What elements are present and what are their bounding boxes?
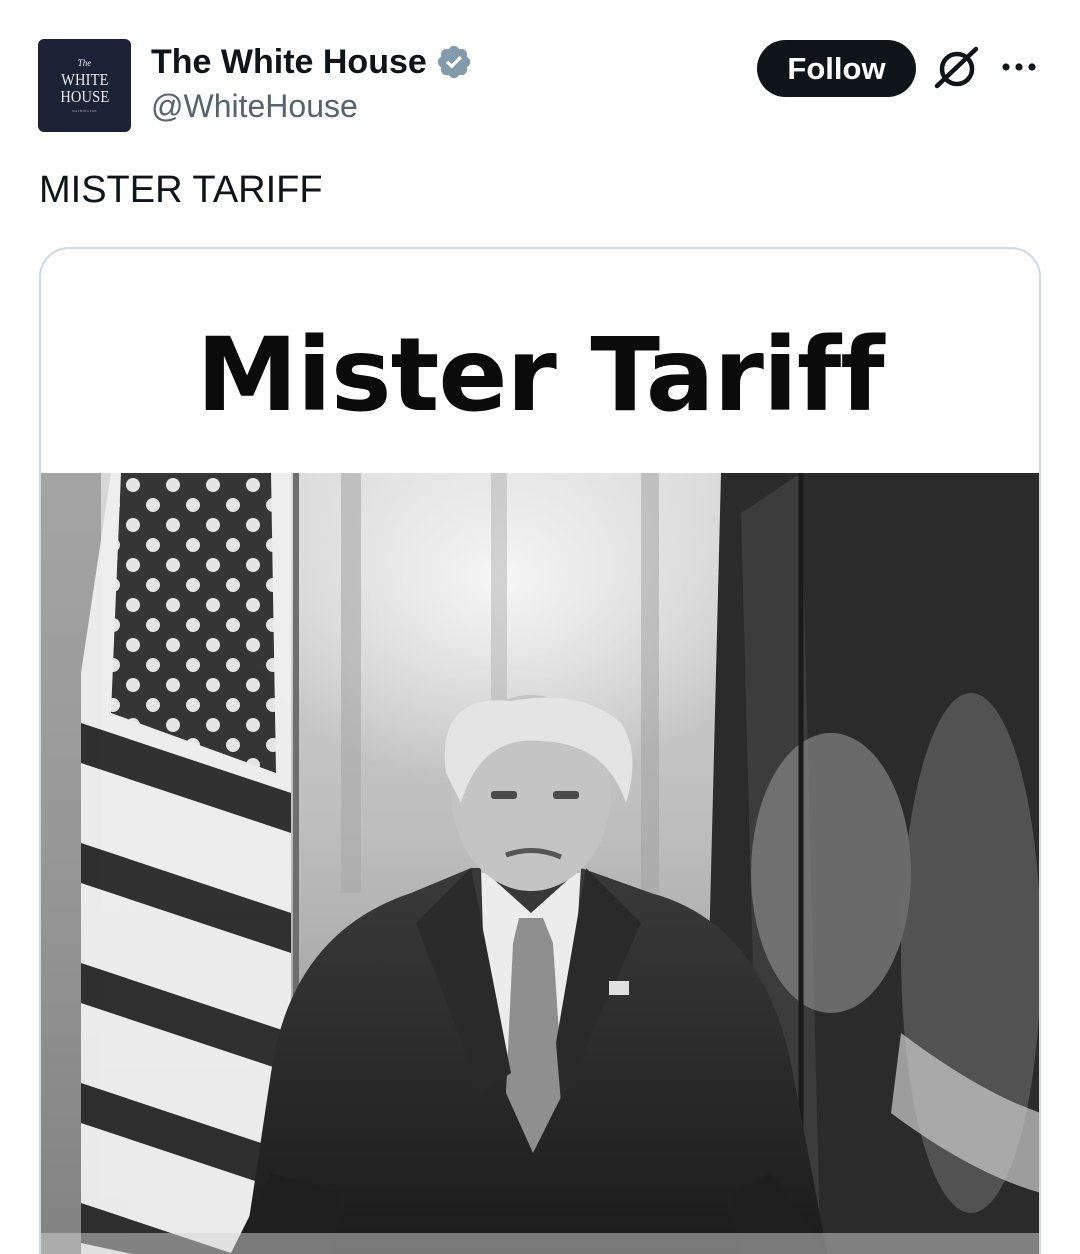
tweet-text: MISTER TARIFF [39, 169, 323, 211]
author-display-name[interactable]: The White House [151, 43, 427, 82]
media-photo[interactable] [41, 473, 1041, 1254]
verified-badge-icon[interactable] [435, 43, 473, 81]
avatar[interactable]: The WHITE HOUSE WASHINGTON [38, 39, 131, 132]
avatar-text-line2: HOUSE [59, 86, 110, 106]
grok-icon[interactable] [930, 44, 982, 92]
avatar-text-top: The [77, 57, 92, 68]
media-headline: Mister Tariff [196, 316, 884, 435]
tweet: The WHITE HOUSE WASHINGTON The White Hou… [0, 0, 1080, 1254]
follow-button[interactable]: Follow [757, 40, 916, 97]
avatar-text-line1: WHITE [60, 69, 109, 89]
avatar-text-bottom: WASHINGTON [72, 108, 97, 113]
author-handle[interactable]: @WhiteHouse [151, 88, 358, 125]
author-name-row: The White House [151, 41, 473, 83]
more-icon[interactable] [998, 50, 1040, 84]
media-card[interactable]: Mister Tariff [39, 247, 1041, 1254]
